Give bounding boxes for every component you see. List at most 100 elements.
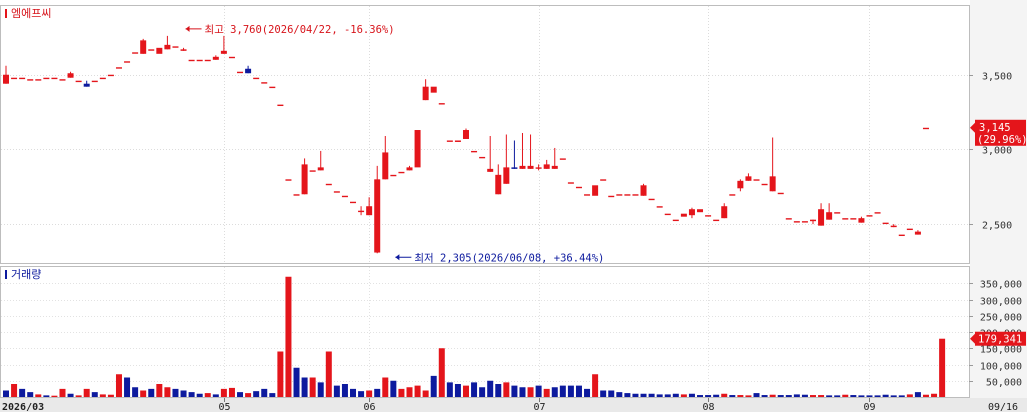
volume-bar [43, 395, 50, 397]
volume-bar [680, 394, 687, 397]
candle-body [374, 179, 381, 253]
volume-bar [769, 394, 776, 397]
volume-bar [446, 382, 453, 397]
candle-body [842, 218, 849, 220]
date-tick-label: 05 [218, 402, 230, 412]
volume-bar [366, 390, 373, 397]
candle-body [325, 183, 332, 186]
candle-body [438, 103, 445, 105]
candle-body [51, 77, 58, 80]
candle-body [826, 212, 833, 220]
volume-bar [51, 395, 58, 397]
candle-body [253, 77, 260, 80]
candle-body [11, 77, 18, 80]
volume-bar [59, 388, 66, 397]
candle-body [107, 74, 114, 77]
volume-bar [826, 395, 833, 397]
volume-bar [890, 395, 897, 397]
candle-body [793, 221, 800, 223]
volume-bar [99, 394, 106, 397]
volume-bar [148, 388, 155, 397]
volume-bar [551, 387, 558, 397]
candle-body [341, 195, 348, 198]
volume-bar [874, 395, 881, 397]
volume-bar [705, 395, 712, 397]
candle-body [632, 194, 639, 196]
candle-body [616, 194, 623, 196]
date-tick-label: 08 [702, 402, 714, 412]
volume-bar [67, 393, 74, 397]
candle-body [487, 168, 494, 172]
candle-body [648, 198, 655, 201]
volume-bar [115, 374, 122, 397]
volume-bar [245, 393, 252, 397]
candle-body [656, 206, 663, 208]
candle-body [680, 213, 687, 217]
candle-body [584, 194, 591, 196]
volume-bar [11, 384, 18, 397]
candle-body [132, 52, 139, 54]
candle-body [769, 176, 776, 192]
candle-body [454, 140, 461, 142]
volume-tick-label: 100,000 [980, 362, 1022, 373]
candle-body [115, 67, 122, 69]
candle-body [818, 209, 825, 226]
volume-bar [390, 380, 397, 397]
candle-body [204, 59, 211, 62]
candle-body [366, 206, 373, 216]
volume-bar [600, 390, 607, 397]
volume-bar [333, 385, 340, 397]
candle-body [874, 212, 881, 214]
volume-bar [640, 393, 647, 397]
volume-bar [422, 390, 429, 397]
candle-body [309, 170, 316, 172]
volume-bar [624, 393, 631, 397]
volume-bar [91, 392, 98, 397]
chart-background [0, 0, 1027, 412]
candle-body [600, 179, 607, 181]
candle-body [535, 167, 542, 169]
candle-body [882, 222, 889, 225]
candle-body [761, 183, 768, 186]
candle-body [293, 194, 300, 196]
volume-bar [277, 351, 284, 397]
volume-bar [414, 385, 421, 397]
candle-body [99, 77, 106, 80]
volume-bar [293, 367, 300, 397]
volume-bar [656, 394, 663, 397]
volume-bar [858, 395, 865, 397]
volume-bar [664, 394, 671, 397]
candle-body [301, 164, 308, 195]
volume-bar [866, 395, 873, 397]
candle-body [164, 44, 171, 50]
volume-bar [228, 387, 235, 397]
volume-bar [172, 388, 179, 397]
volume-bar [374, 388, 381, 397]
volume-bar [608, 390, 615, 397]
candle-body [697, 209, 704, 213]
candle-body [67, 73, 74, 78]
volume-bar [462, 385, 469, 397]
candle-body [471, 150, 478, 153]
volume-bar [914, 392, 921, 397]
volume-bar [398, 388, 405, 397]
volume-bar [309, 377, 316, 397]
price-panel-title: 엠에프씨 [11, 7, 51, 20]
volume-tick-label: 50,000 [986, 378, 1022, 389]
volume-tick-label: 300,000 [980, 297, 1022, 308]
volume-bar [777, 395, 784, 397]
candle-body [414, 130, 421, 168]
volume-bar [511, 385, 518, 397]
candle-body [543, 164, 550, 169]
candle-body [737, 180, 744, 189]
candle-body [858, 218, 865, 223]
candle-body [575, 186, 582, 189]
price-tick-label: 2,500 [982, 221, 1012, 232]
price-tick-label: 3,500 [982, 72, 1012, 83]
volume-panel-title: 거래량 [11, 268, 41, 281]
volume-bar [842, 394, 849, 397]
candle-body [866, 215, 873, 217]
volume-bar [922, 394, 929, 397]
volume-bar [212, 394, 219, 397]
candle-body [914, 231, 921, 235]
